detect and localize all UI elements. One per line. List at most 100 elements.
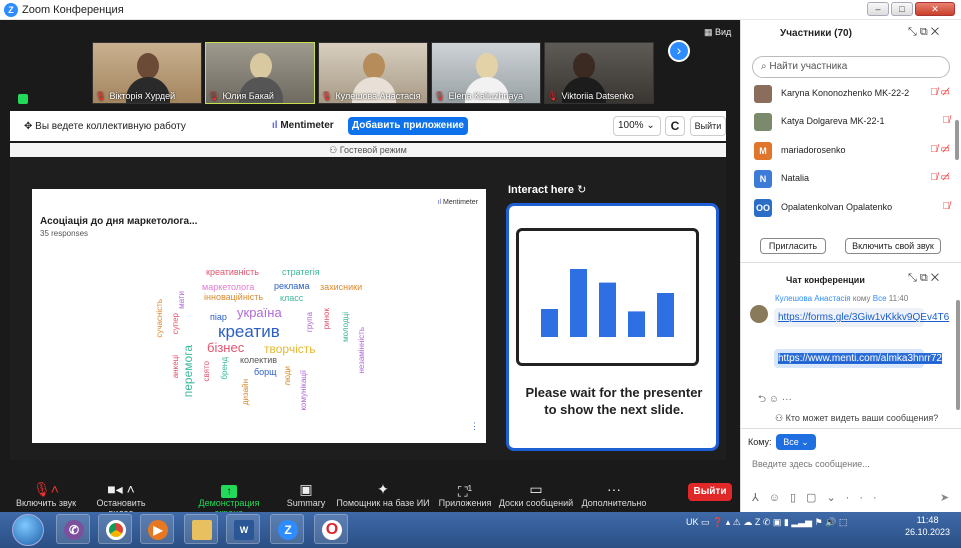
language-indicator[interactable]: UK [686, 517, 699, 527]
close-icon[interactable]: ✕ [931, 272, 939, 284]
whiteboard-button[interactable]: ▭ Доски сообщений [498, 480, 574, 510]
apps-button[interactable]: ⛶1 Приложения [436, 480, 494, 510]
collapse-icon[interactable]: ⤡ [908, 26, 920, 38]
more-icon[interactable]: ··· [846, 492, 887, 504]
participant-row[interactable]: N Natalia 🎙̸ ▭̸ [754, 167, 954, 191]
participants-scrollbar[interactable] [955, 120, 959, 160]
more-icon[interactable]: ··· [782, 394, 792, 405]
opera-icon: O [322, 520, 342, 540]
taskbar-media-player[interactable]: ▶ [140, 514, 174, 544]
illustration-bar [657, 293, 674, 337]
mic-muted-icon: 🎙̸ [942, 115, 951, 126]
video-tile[interactable]: 🎙 Viktoriia Datsenko [544, 42, 654, 104]
view-button[interactable]: ▦ Вид [704, 27, 731, 38]
viber-icon: ✆ [64, 520, 84, 540]
stop-video-button[interactable]: ■◂ ˄Остановить видео [84, 480, 158, 518]
chat-scrollbar[interactable] [956, 300, 960, 410]
panel-divider [741, 262, 961, 263]
start-button[interactable] [12, 514, 44, 546]
mic-muted-icon: 🎙 [434, 91, 446, 101]
word-cloud-word: класс [280, 293, 304, 303]
word-cloud-word: люди [283, 366, 292, 386]
word-cloud-word: піар [210, 312, 227, 322]
close-button[interactable]: ✕ [915, 2, 955, 16]
video-tile[interactable]: 🎙 Юлия Бакай [205, 42, 315, 104]
taskbar-zoom[interactable]: Z [270, 514, 304, 544]
screenshot-icon[interactable]: ▢ [806, 492, 826, 504]
taskbar-chrome[interactable] [98, 514, 132, 544]
participant-row[interactable]: M mariadorosenko 🎙̸ ▭̸ [754, 139, 954, 163]
mic-video-off-icon: 🎙̸ ▭̸ [930, 144, 950, 155]
illustration-bar [570, 269, 587, 337]
mic-muted-icon: 🎙 [95, 91, 107, 101]
message-actions: ⮌ ☺ ··· [758, 392, 792, 409]
emoji-icon[interactable]: ☺ [769, 394, 782, 405]
word-cloud-word: креатив [218, 322, 280, 341]
taskbar-word[interactable]: W [226, 514, 260, 544]
summary-button[interactable]: ▣ Summary [284, 480, 328, 510]
taskbar-opera[interactable]: O [314, 514, 348, 544]
illustration-bar [628, 311, 645, 337]
word-cloud-word: молодці [341, 312, 350, 342]
collapse-icon[interactable]: ⤡ [908, 272, 920, 284]
leave-button[interactable]: Выйти [688, 483, 732, 501]
add-app-button[interactable]: Добавить приложение [348, 117, 468, 135]
participant-row[interactable]: OO Opalatenkolvan Opalatenko 🎙̸ [754, 196, 954, 220]
chevron-down-icon[interactable]: ⌄ [826, 492, 845, 504]
close-icon[interactable]: ✕ [931, 26, 939, 38]
guest-icon: ⚇ [329, 145, 340, 155]
maximize-button[interactable]: □ [891, 2, 913, 16]
popout-icon[interactable]: ⧉ [920, 272, 931, 284]
word-cloud-word: креативність [206, 267, 259, 277]
unmute-self-button[interactable]: Включить свой звук [845, 238, 941, 254]
zoom-icon: Z [278, 520, 298, 540]
tray-icons[interactable]: ▭ ❓ ▴ ⚠ ☁ Z ✆ ▣ ▮ ▂▃▅ ⚑ 🔊 ⬚ [701, 517, 847, 527]
system-clock[interactable]: 11:48 26.10.2023 [905, 514, 950, 538]
participant-name: 🎙 Вікторія Хурдей [95, 91, 176, 101]
next-page-button[interactable]: › [668, 40, 690, 62]
word-cloud-word: супер [171, 313, 180, 335]
taskbar-viber[interactable]: ✆ [56, 514, 90, 544]
format-icon[interactable]: ⅄ [752, 492, 769, 504]
participant-name: Natalia [781, 173, 810, 183]
mic-muted-icon: 🎙 [321, 91, 333, 101]
participant-row[interactable]: Katya Dolgareva MK-22-1 🎙̸ [754, 110, 954, 134]
reply-icon[interactable]: ⮌ [758, 394, 769, 405]
chat-sender: Кулешова Анастасія кому Все 11:40 [775, 294, 909, 303]
invite-button[interactable]: Пригласить [760, 238, 826, 254]
reload-icon: C [670, 119, 680, 133]
chat-message-link[interactable]: https://forms.gle/3Giw1vKkkv9QEv4T6 [774, 308, 949, 327]
share-screen-button[interactable]: ↑Демонстрация экрана [184, 480, 274, 518]
file-icon[interactable]: ▯ [790, 492, 806, 504]
reload-button[interactable]: C [665, 116, 685, 136]
recipient-dropdown[interactable]: Все ⌄ [776, 434, 816, 450]
chat-input[interactable]: Введите здесь сообщение... [752, 459, 870, 469]
mic-muted-icon: 🎙 [547, 91, 559, 101]
guest-mode-bar: ⚇ Гостевой режим [10, 143, 726, 157]
participant-search-input[interactable]: ⌕ Найти участника [752, 56, 950, 78]
participant-name: Katya Dolgareva MK-22-1 [781, 116, 885, 126]
more-button[interactable]: ··· Дополнительно [580, 480, 648, 510]
chat-message-link[interactable]: https://www.menti.com/almka3hnrr72 [774, 349, 942, 368]
chat-tools: ⅄☺▯▢⌄··· [752, 491, 887, 504]
taskbar-explorer[interactable] [184, 514, 218, 544]
avatar [754, 85, 772, 103]
word-cloud-word: колектив [240, 355, 278, 365]
mic-muted-icon: 🎙˄ [33, 481, 59, 497]
emoji-icon[interactable]: ☺ [769, 492, 790, 504]
popout-icon[interactable]: ⧉ [920, 26, 931, 38]
minimize-button[interactable]: – [867, 2, 889, 16]
word-cloud-word: група [305, 312, 314, 333]
ai-assistant-button[interactable]: ✦ Помощник на базе ИИ [336, 480, 430, 510]
zoom-level-dropdown[interactable]: 100% ⌄ [613, 116, 661, 136]
video-tile[interactable]: 🎙 Вікторія Хурдей [92, 42, 202, 104]
exit-collab-button[interactable]: Выйти [690, 116, 726, 136]
video-tile[interactable]: 🎙 Кулешова Анастасія [318, 42, 428, 104]
unmute-button[interactable]: 🎙˄ Включить звук [14, 480, 78, 510]
who-can-see-link[interactable]: ⚇ Кто может видеть ваши сообщения? [775, 413, 938, 424]
participant-row[interactable]: Karyna Kononozhenko MK-22-2 🎙̸ ▭̸ [754, 82, 954, 106]
avatar: M [754, 142, 772, 160]
send-icon[interactable]: ➤ [940, 491, 949, 504]
video-tile[interactable]: 🎙 Elena Kaliuzhnaya [431, 42, 541, 104]
word-cloud-word: незамінність [357, 327, 366, 374]
